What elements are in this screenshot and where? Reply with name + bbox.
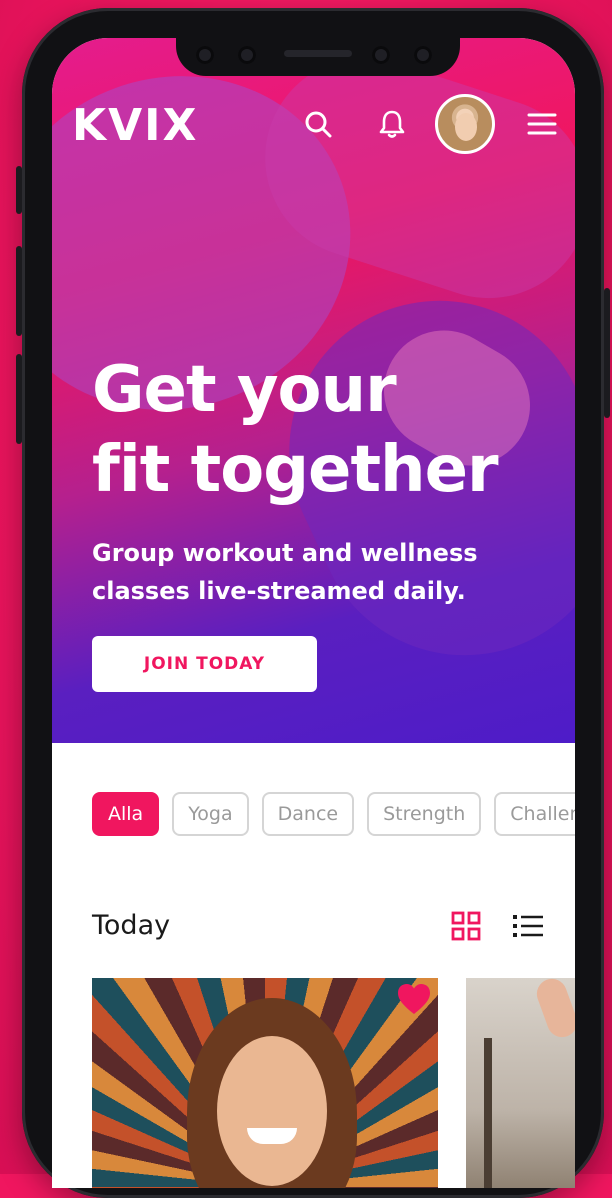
class-card[interactable] xyxy=(466,978,575,1188)
filter-chip-alla[interactable]: Alla xyxy=(92,792,160,836)
menu-icon xyxy=(527,113,557,135)
phone-side-button xyxy=(16,246,22,336)
search-icon xyxy=(305,111,332,138)
menu-button[interactable] xyxy=(512,94,572,154)
class-photo-prop xyxy=(484,1038,492,1188)
grid-view-icon xyxy=(451,911,481,941)
filter-chip-challenge[interactable]: Challeng xyxy=(494,792,575,836)
today-section-header: Today xyxy=(92,902,552,952)
search-button[interactable] xyxy=(288,94,348,154)
front-camera-icon xyxy=(414,46,432,64)
grid-view-button[interactable] xyxy=(446,906,486,946)
front-camera-icon xyxy=(196,46,214,64)
front-sensor-icon xyxy=(238,46,256,64)
app-logo[interactable]: KVIX xyxy=(72,96,198,156)
phone-side-button xyxy=(16,166,22,214)
top-bar: KVIX xyxy=(52,94,575,154)
hero-banner: KVIX Get your fit together Group workout… xyxy=(52,38,575,743)
front-sensor-icon xyxy=(372,46,390,64)
filter-chip-strength[interactable]: Strength xyxy=(367,792,482,836)
list-view-icon xyxy=(513,915,543,937)
hero-subtitle: Group workout and wellness classes live-… xyxy=(92,534,552,610)
avatar[interactable] xyxy=(435,94,495,154)
join-today-button[interactable]: JOIN TODAY xyxy=(92,636,317,692)
category-filter-bar: Alla Yoga Dance Strength Challeng xyxy=(92,792,575,840)
instructor-photo-face xyxy=(217,1036,327,1186)
bell-icon xyxy=(379,110,405,138)
avatar-face xyxy=(455,113,477,141)
notifications-button[interactable] xyxy=(362,94,422,154)
phone-side-button xyxy=(604,288,610,418)
class-card[interactable] xyxy=(92,978,438,1188)
list-view-button[interactable] xyxy=(508,906,548,946)
favorite-heart-icon[interactable] xyxy=(396,982,432,1016)
earpiece-speaker xyxy=(284,50,352,57)
filter-chip-yoga[interactable]: Yoga xyxy=(172,792,249,836)
hero-title-line: Get your xyxy=(92,353,397,427)
hero-title-line: fit together xyxy=(92,433,499,507)
class-photo-arm xyxy=(532,978,575,1042)
phone-side-button xyxy=(16,354,22,444)
phone-notch xyxy=(176,36,460,76)
hero-subtitle-line: classes live-streamed daily. xyxy=(92,577,466,605)
hero-title: Get your fit together xyxy=(92,350,562,510)
hero-subtitle-line: Group workout and wellness xyxy=(92,539,478,567)
app-screen: KVIX Get your fit together Group workout… xyxy=(52,38,575,1188)
filter-chip-dance[interactable]: Dance xyxy=(261,792,355,836)
section-title: Today xyxy=(92,910,171,941)
